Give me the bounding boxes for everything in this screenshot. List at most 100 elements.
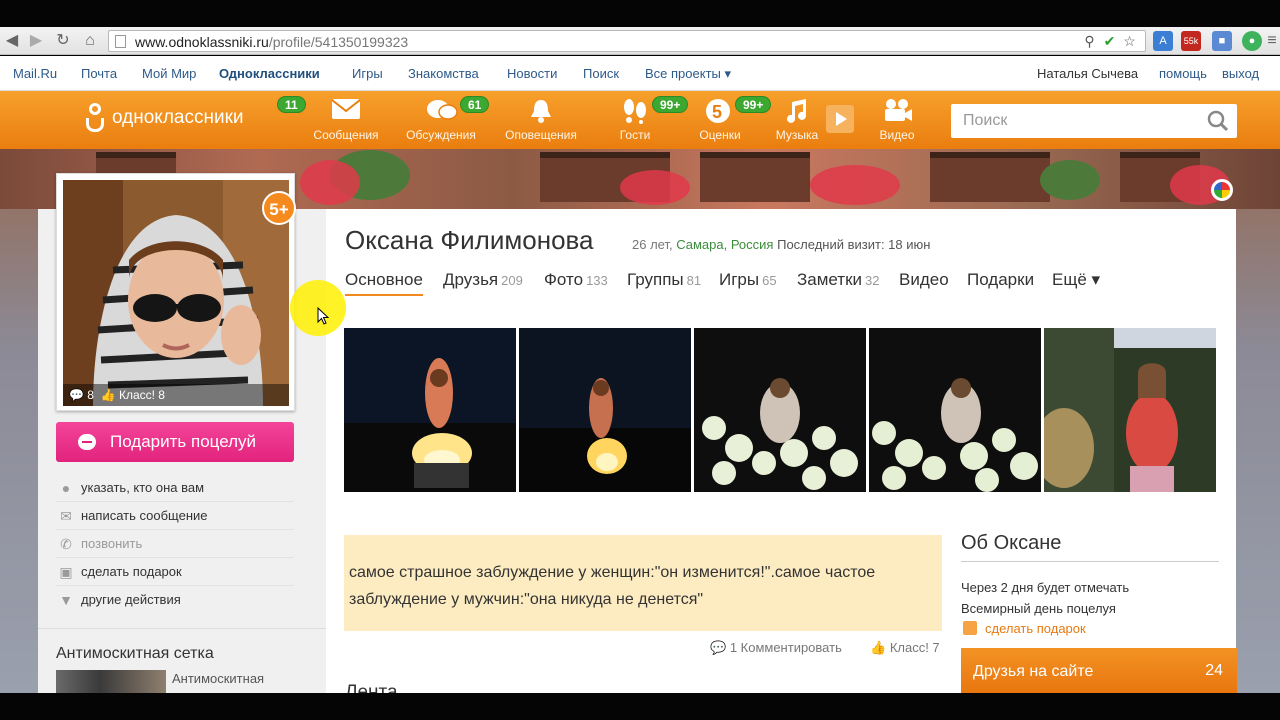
nav-odnoklassniki[interactable]: Одноклассники [219, 66, 320, 81]
play-icon[interactable] [826, 105, 854, 133]
site-search [951, 104, 1237, 138]
action-send-message[interactable]: ✉ написать сообщение [56, 502, 294, 530]
header-nav-video[interactable]: Видео [872, 91, 922, 149]
tab-notes[interactable]: Заметки 32 [797, 270, 880, 296]
theme-picker-icon[interactable] [1211, 179, 1233, 201]
background-tree [1040, 160, 1100, 200]
profile-name: Оксана Филимонова [345, 225, 594, 255]
nav-moy-mir[interactable]: Мой Мир [142, 66, 196, 81]
nav-pochta[interactable]: Почта [81, 66, 117, 81]
logo-badge: 11 [277, 96, 306, 113]
photo-thumbnail[interactable] [519, 328, 691, 492]
screen: ◀ ▶ ↻ ⌂ www.odnoklassniki.ru/profile/541… [0, 0, 1280, 720]
thumbs-up-icon: 👍 [100, 388, 116, 402]
friends-online-panel[interactable]: Друзья на сайте 24 [961, 648, 1237, 693]
ratings-badge: 99+ [735, 96, 772, 113]
action-set-relation[interactable]: ● указать, кто она вам [56, 474, 294, 502]
back-arrow-icon[interactable]: ◀ [2, 31, 22, 51]
about-gift-link[interactable]: сделать подарок [963, 621, 1086, 636]
gift-kiss-button[interactable]: Подарить поцелуй [56, 422, 294, 462]
about-line-2: Всемирный день поцелуя [961, 601, 1116, 616]
left-divider [38, 628, 326, 629]
triangle-down-icon: ▼ [59, 592, 73, 608]
chat-bubbles-icon [426, 98, 458, 124]
current-user-name[interactable]: Наталья Сычева [1037, 66, 1138, 81]
tab-photos[interactable]: Фото 133 [544, 270, 608, 296]
reload-icon[interactable]: ↻ [53, 31, 73, 51]
tab-groups[interactable]: Группы 81 [627, 270, 701, 296]
envelope-icon [331, 98, 361, 124]
tab-gifts[interactable]: Подарки [967, 270, 1034, 296]
nav-poisk[interactable]: Поиск [583, 66, 619, 81]
address-bar[interactable]: www.odnoklassniki.ru/profile/54135019932… [108, 30, 1146, 52]
extension-icon[interactable]: ■ [1212, 31, 1232, 51]
profile-meta: 26 лет, Самара, Россия Последний визит: … [632, 237, 931, 252]
tab-more[interactable]: Ещё ▾ [1052, 270, 1100, 296]
gift-icon [963, 621, 977, 635]
url-text[interactable]: www.odnoklassniki.ru/profile/54135019932… [135, 34, 408, 50]
photo-thumbnail[interactable] [869, 328, 1041, 492]
header-nav-guests[interactable]: Гости [612, 91, 658, 149]
letterbox-bottom [0, 693, 1280, 720]
background-blossom [810, 165, 900, 205]
rating-badge: 5+ [262, 191, 296, 225]
forward-arrow-icon[interactable]: ▶ [26, 31, 46, 51]
extension-counter-icon[interactable]: 55k [1181, 31, 1201, 51]
location-link[interactable]: Самара, Россия [676, 237, 773, 252]
comment-icon: 💬 [710, 640, 727, 655]
browser-toolbar: ◀ ▶ ↻ ⌂ www.odnoklassniki.ru/profile/541… [0, 27, 1280, 55]
tab-main[interactable]: Основное [345, 270, 423, 296]
rating-five-icon: 5 [705, 98, 735, 124]
nav-igry[interactable]: Игры [352, 66, 383, 81]
translate-icon[interactable]: A [1153, 31, 1173, 51]
photo-thumbnail[interactable] [344, 328, 516, 492]
photo-thumbnail[interactable] [1044, 328, 1216, 492]
tab-games[interactable]: Игры 65 [719, 270, 777, 296]
nav-novosti[interactable]: Новости [507, 66, 557, 81]
photo-thumbnail[interactable] [694, 328, 866, 492]
header-nav-notifications[interactable]: Оповещения [502, 91, 580, 149]
action-make-gift[interactable]: ▣ сделать подарок [56, 558, 294, 586]
letterbox-top [0, 0, 1280, 27]
action-other[interactable]: ▼ другие действия [56, 586, 294, 614]
avatar-photo[interactable]: 💬 8 👍 Класс! 8 [63, 180, 289, 406]
avatar-stats: 💬 8 👍 Класс! 8 [63, 384, 289, 406]
tab-video[interactable]: Видео [899, 270, 949, 296]
ok-logo-icon [86, 103, 104, 133]
left-section-thumbnail[interactable] [56, 670, 166, 693]
star-icon[interactable]: ☆ [1121, 33, 1138, 50]
home-icon[interactable]: ⌂ [80, 31, 100, 51]
lips-icon [78, 434, 96, 450]
tab-friends[interactable]: Друзья 209 [443, 270, 523, 296]
nav-znakomstva[interactable]: Знакомства [408, 66, 479, 81]
menu-icon[interactable]: ≡ [1262, 31, 1280, 51]
svg-text:5: 5 [712, 102, 722, 122]
about-title: Об Оксане [961, 532, 1062, 554]
check-icon[interactable]: ✔ [1101, 33, 1118, 50]
zoom-icon[interactable]: ⚲ [1081, 33, 1098, 50]
site-header: одноклассники 11 Сообщения Обсуждения 61… [0, 91, 1280, 149]
nav-all-projects[interactable]: Все проекты ▾ [645, 66, 731, 82]
header-nav-music[interactable]: Музыка [772, 91, 822, 149]
profile-avatar[interactable]: 💬 8 👍 Класс! 8 [56, 173, 295, 411]
background-blossom [300, 160, 360, 205]
header-nav-messages[interactable]: Сообщения [311, 91, 381, 149]
status-note[interactable]: самое страшное заблуждение у женщин:"он … [344, 535, 942, 631]
left-section-title[interactable]: Антимоскитная сетка [56, 645, 214, 663]
search-icon[interactable] [1207, 110, 1229, 132]
status-like-button[interactable]: 👍 Класс! 7 [870, 640, 940, 656]
guests-badge: 99+ [652, 96, 689, 113]
logout-link[interactable]: выход [1222, 66, 1259, 81]
site-logo[interactable]: одноклассники [86, 103, 244, 135]
left-section-caption[interactable]: Антимоскитная [172, 671, 264, 686]
search-input[interactable] [951, 104, 1201, 138]
action-call[interactable]: ✆ позвонить [56, 530, 294, 558]
help-link[interactable]: помощь [1159, 66, 1207, 81]
background-blossom [620, 170, 690, 205]
background-house [930, 152, 1050, 202]
thumbs-up-icon: 👍 [870, 640, 887, 655]
envelope-icon: ✉ [60, 508, 72, 524]
nav-mailru[interactable]: Mail.Ru [13, 66, 57, 81]
extension-green-icon[interactable]: ● [1242, 31, 1262, 51]
status-comment-link[interactable]: 💬 1 Комментировать [710, 640, 842, 656]
